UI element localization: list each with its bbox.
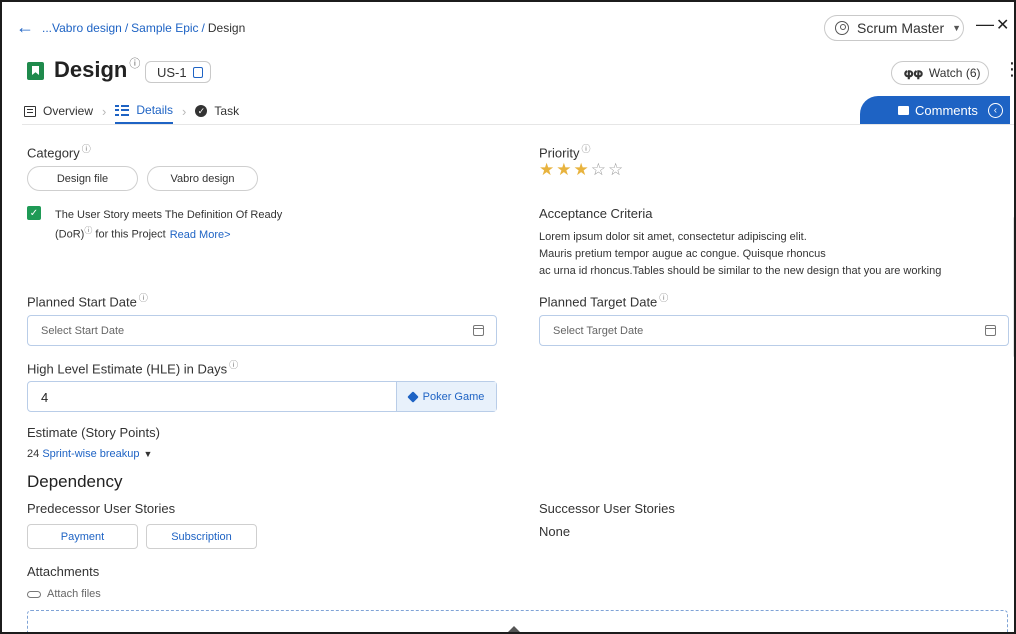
star-filled-icon[interactable]: ★ xyxy=(539,161,554,178)
successor-value: None xyxy=(539,524,571,539)
user-icon xyxy=(835,21,849,35)
more-options-icon[interactable]: ⋮ xyxy=(1003,60,1014,78)
calendar-icon[interactable] xyxy=(473,325,484,336)
dependency-heading: Dependency xyxy=(27,472,123,491)
hle-label: High Level Estimate (HLE) in Days ⓘ xyxy=(27,360,239,377)
story-id: US-1 xyxy=(157,64,187,80)
copy-icon[interactable] xyxy=(192,66,203,78)
comments-label: Comments xyxy=(915,102,978,118)
comment-icon xyxy=(898,105,909,115)
tab-task-label: Task xyxy=(214,104,240,118)
story-id-badge[interactable]: US-1 xyxy=(145,61,211,83)
dor-statement: The User Story meets The Definition Of R… xyxy=(55,209,283,241)
chevron-right-icon: › xyxy=(182,103,187,119)
predecessor-payment[interactable]: Payment xyxy=(27,524,138,549)
poker-game-label: Poker Game xyxy=(422,390,485,403)
breadcrumb: ...Vabro design / Sample Epic / Design xyxy=(42,21,246,35)
attach-files-label: Attach files xyxy=(47,588,101,600)
estimate-label: Estimate (Story Points) xyxy=(27,425,160,440)
predecessor-subscription[interactable]: Subscription xyxy=(146,524,257,549)
back-arrow-icon[interactable]: ← xyxy=(16,18,34,36)
app-window: ← ...Vabro design / Sample Epic / Design Scr… xyxy=(0,0,1016,634)
list-icon xyxy=(24,105,36,117)
tab-overview-label: Overview xyxy=(43,104,94,118)
start-date-placeholder: Select Start Date xyxy=(41,324,125,337)
breadcrumb-item-2[interactable]: Sample Epic xyxy=(131,21,198,35)
star-empty-icon[interactable]: ☆ xyxy=(591,161,606,178)
target-date-input[interactable]: Select Target Date xyxy=(539,315,1009,346)
info-icon: ⓘ xyxy=(129,58,141,70)
category-chip-design-file[interactable]: Design file xyxy=(27,166,138,191)
estimate-value: 24 Sprint-wise breakup ▼ xyxy=(27,448,153,460)
tab-details[interactable]: Details xyxy=(115,98,174,124)
minimize-button[interactable]: — xyxy=(976,14,994,35)
tab-bar: Overview › Details › ✓ Task xyxy=(24,98,239,124)
start-date-input[interactable]: Select Start Date xyxy=(27,315,497,346)
category-label: Category ⓘ xyxy=(27,144,91,161)
priority-rating[interactable]: ★ ★ ★ ☆ ☆ xyxy=(539,161,625,178)
attach-files-button[interactable]: Attach files xyxy=(27,588,101,600)
star-filled-icon[interactable]: ★ xyxy=(574,161,589,178)
priority-label: Priority ⓘ xyxy=(539,144,591,161)
caret-down-icon: ▼ xyxy=(952,23,962,33)
acceptance-criteria-text[interactable]: Lorem ipsum dolor sit amet, consectetur … xyxy=(539,229,999,280)
page-title: Design ⓘ xyxy=(54,57,141,82)
star-empty-icon[interactable]: ☆ xyxy=(608,161,623,178)
comments-button[interactable]: Comments ‹ xyxy=(860,96,1010,124)
tab-details-label: Details xyxy=(136,103,174,117)
attachments-label: Attachments xyxy=(27,564,100,579)
dor-checkbox[interactable]: ✓ xyxy=(27,206,41,220)
planned-target-label: Planned Target Date ⓘ xyxy=(539,293,669,310)
chevron-right-icon: › xyxy=(102,103,107,119)
star-filled-icon[interactable]: ★ xyxy=(556,161,571,178)
hle-value: 4 xyxy=(41,390,49,405)
watch-label: Watch (6) xyxy=(928,66,981,80)
hle-input[interactable]: 4 Poker Game xyxy=(27,381,497,412)
tab-divider xyxy=(22,124,1014,125)
role-label: Scrum Master xyxy=(857,20,945,36)
predecessor-label: Predecessor User Stories xyxy=(27,501,176,516)
sprint-breakup-link[interactable]: Sprint-wise breakup xyxy=(42,448,139,460)
target-date-placeholder: Select Target Date xyxy=(553,324,644,337)
poker-game-button[interactable]: Poker Game xyxy=(396,382,496,411)
successor-label: Successor User Stories xyxy=(539,501,675,516)
watch-button[interactable]: 𝛗𝛗 Watch (6) xyxy=(891,61,989,85)
story-bookmark-icon xyxy=(27,62,44,80)
breadcrumb-current: Design xyxy=(207,21,246,35)
tab-overview[interactable]: Overview xyxy=(24,98,93,124)
read-more-link[interactable]: Read More> xyxy=(170,229,231,241)
breadcrumb-item-1[interactable]: ...Vabro design xyxy=(42,21,122,35)
check-circle-icon: ✓ xyxy=(195,105,208,117)
calendar-icon[interactable] xyxy=(985,325,996,336)
binoculars-icon: 𝛗𝛗 xyxy=(904,65,923,80)
caret-down-icon[interactable]: ▼ xyxy=(144,449,153,459)
paperclip-icon xyxy=(27,590,41,598)
spade-icon xyxy=(406,390,419,403)
planned-start-label: Planned Start Date ⓘ xyxy=(27,293,148,310)
close-button[interactable]: ✕ xyxy=(996,15,1009,35)
role-selector[interactable]: Scrum Master ▼ xyxy=(824,15,964,41)
category-chip-vabro-design[interactable]: Vabro design xyxy=(147,166,258,191)
acceptance-criteria-label: Acceptance Criteria xyxy=(539,206,653,221)
collapse-icon[interactable]: ‹ xyxy=(987,102,1003,118)
tab-task[interactable]: ✓ Task xyxy=(195,98,239,124)
details-icon xyxy=(115,104,130,116)
